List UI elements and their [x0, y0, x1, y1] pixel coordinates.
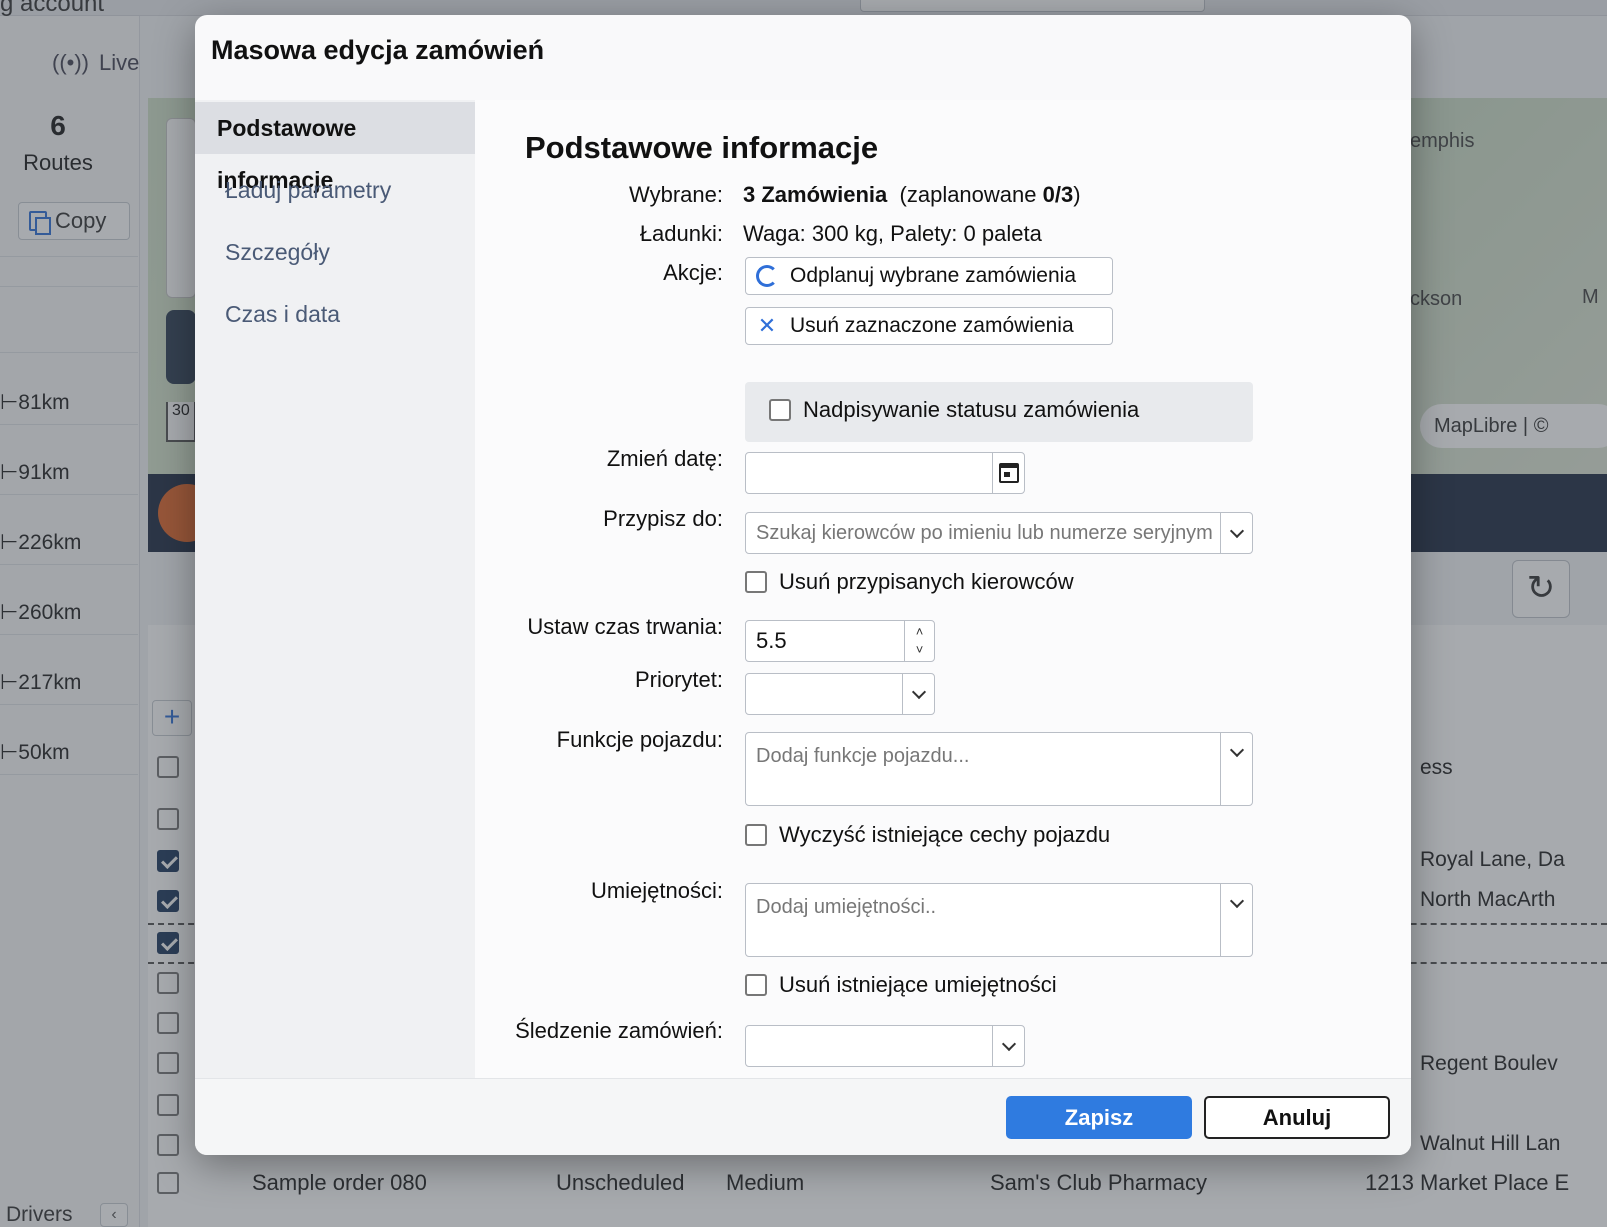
delete-orders-button[interactable]: ✕ Usuń zaznaczone zamówienia [745, 307, 1113, 345]
unschedule-button[interactable]: Odplanuj wybrane zamówienia [745, 257, 1113, 295]
override-status-box: Nadpisywanie statusu zamówienia [745, 382, 1253, 442]
dialog-content: Podstawowe informacje Wybrane: 3 Zamówie… [475, 100, 1411, 1078]
remove-skills-checkbox-row[interactable]: Usuń istniejące umiejętności [745, 972, 1057, 998]
override-status-checkbox-row[interactable]: Nadpisywanie statusu zamówienia [769, 397, 1139, 423]
section-title: Podstawowe informacje [525, 130, 879, 165]
loads-label: Ładunki: [639, 221, 723, 246]
unschedule-icon [756, 265, 778, 287]
bulk-edit-dialog: Masowa edycja zamówień Podstawowe inform… [195, 15, 1411, 1155]
cancel-button[interactable]: Anuluj [1204, 1096, 1390, 1139]
chevron-down-icon[interactable] [1220, 884, 1252, 956]
chevron-down-icon[interactable] [902, 674, 934, 714]
duration-label: Ustaw czas trwania: [527, 614, 723, 639]
duration-input[interactable]: 5.5 ˄ ˅ [745, 620, 935, 662]
unschedule-label: Odplanuj wybrane zamówienia [790, 264, 1076, 287]
skills-placeholder: Dodaj umiejętności.. [756, 896, 937, 918]
assign-driver-select[interactable]: Szukaj kierowców po imieniu lub numerze … [745, 512, 1253, 554]
remove-drivers-checkbox-row[interactable]: Usuń przypisanych kierowców [745, 569, 1074, 595]
skills-label: Umiejętności: [590, 878, 723, 903]
duration-value: 5.5 [756, 628, 787, 653]
nav-basic-info[interactable]: Podstawowe informacje [195, 102, 475, 193]
remove-skills-checkbox[interactable] [745, 974, 767, 996]
chevron-down-icon[interactable] [992, 1026, 1024, 1066]
selected-label: Wybrane: [629, 182, 723, 207]
override-status-checkbox[interactable] [769, 399, 791, 421]
assign-placeholder: Szukaj kierowców po imieniu lub numerze … [756, 522, 1213, 544]
close-icon: ✕ [757, 313, 777, 338]
delete-orders-label: Usuń zaznaczone zamówienia [790, 314, 1074, 337]
remove-drivers-label: Usuń przypisanych kierowców [779, 569, 1074, 594]
chevron-down-icon[interactable] [1220, 733, 1252, 805]
actions-label: Akcje: [663, 260, 723, 285]
dialog-footer: Zapisz Anuluj [195, 1078, 1411, 1155]
loads-value: Waga: 300 kg, Palety: 0 paleta [743, 221, 1042, 246]
chevron-down-icon[interactable] [1220, 513, 1252, 553]
save-button[interactable]: Zapisz [1006, 1096, 1192, 1139]
selected-value: 3 Zamówienia (zaplanowane 0/3) [743, 182, 1081, 207]
skills-select[interactable]: Dodaj umiejętności.. [745, 883, 1253, 957]
tracking-select[interactable] [745, 1025, 1025, 1067]
assign-label: Przypisz do: [603, 506, 723, 531]
clear-features-checkbox[interactable] [745, 824, 767, 846]
nav-time-date[interactable]: Czas i data [195, 288, 475, 340]
priority-select[interactable] [745, 673, 935, 715]
nav-load-parameters[interactable]: Ładuj parametry [195, 164, 475, 216]
vehicle-features-label: Funkcje pojazdu: [556, 727, 723, 752]
dialog-title: Masowa edycja zamówień [211, 35, 545, 65]
calendar-icon[interactable] [992, 453, 1024, 493]
clear-features-label: Wyczyść istniejące cechy pojazdu [779, 822, 1111, 847]
tracking-label: Śledzenie zamówień: [515, 1018, 723, 1043]
override-status-label: Nadpisywanie statusu zamówienia [803, 397, 1140, 422]
dialog-nav: Podstawowe informacje Ładuj parametry Sz… [195, 100, 475, 1078]
remove-drivers-checkbox[interactable] [745, 571, 767, 593]
remove-skills-label: Usuń istniejące umiejętności [779, 972, 1057, 997]
priority-label: Priorytet: [634, 667, 723, 692]
vehicle-features-placeholder: Dodaj funkcje pojazdu... [756, 745, 970, 767]
duration-stepper[interactable]: ˄ ˅ [904, 621, 934, 661]
vehicle-features-select[interactable]: Dodaj funkcje pojazdu... [745, 732, 1253, 806]
nav-details[interactable]: Szczegóły [195, 226, 475, 278]
change-date-label: Zmień datę: [606, 446, 723, 471]
change-date-input[interactable] [745, 452, 1025, 494]
clear-features-checkbox-row[interactable]: Wyczyść istniejące cechy pojazdu [745, 822, 1110, 848]
